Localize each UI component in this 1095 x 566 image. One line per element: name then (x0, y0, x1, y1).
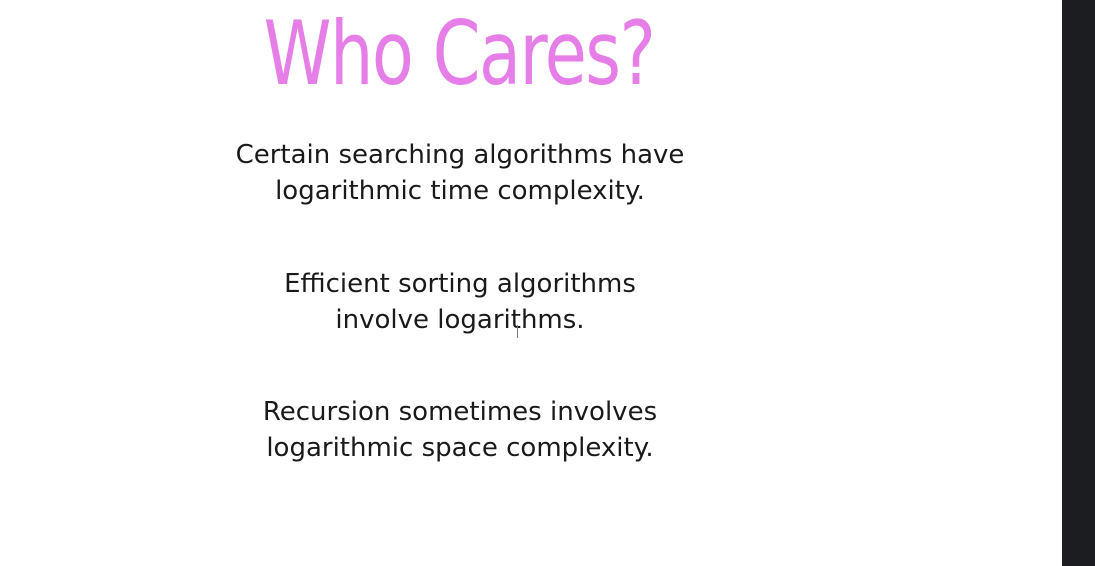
slide-title: Who Cares? (263, 2, 656, 105)
slide-point-line: Certain searching algorithms have (235, 140, 685, 170)
slide-point-line: logarithmic space complexity. (266, 433, 654, 463)
slide-point-line: Recursion sometimes involves (262, 397, 658, 427)
slide-point-searching: Certain searching algorithms have logari… (160, 137, 760, 209)
slide-point-line: Efficient sorting algorithms (284, 269, 636, 299)
dark-side-panel (1062, 0, 1095, 566)
screen: Who Cares? Certain searching algorithms … (0, 0, 1095, 566)
slide-point-line: logarithmic time complexity. (275, 176, 645, 206)
slide-point-recursion: Recursion sometimes involves logarithmic… (160, 394, 760, 466)
slide-point-line: involve logarithms. (335, 305, 585, 335)
presentation-slide: Who Cares? Certain searching algorithms … (0, 0, 1062, 566)
text-cursor-icon (517, 325, 518, 338)
slide-point-sorting: Efficient sorting algorithms involve log… (160, 266, 760, 338)
